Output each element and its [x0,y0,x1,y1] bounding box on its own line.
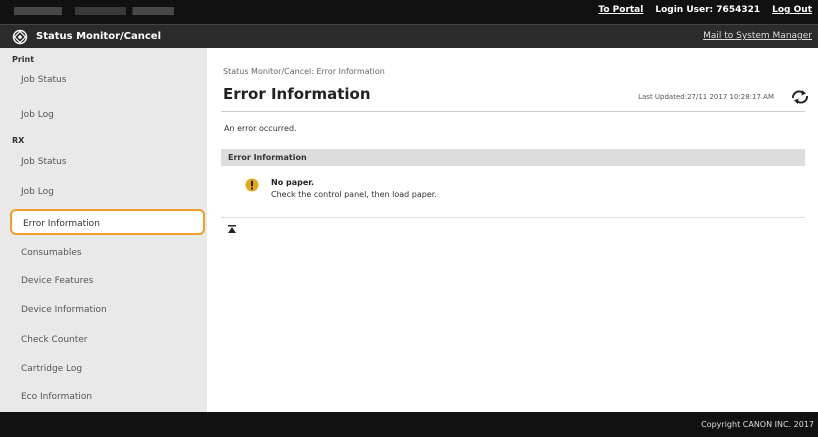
sidebar-item-device-information[interactable]: Device Information [0,297,207,323]
sidebar-item-rx-job-log[interactable]: Job Log [0,179,207,205]
sidebar-item-eco-information[interactable]: Eco Information [0,384,207,410]
error-description: Check the control panel, then load paper… [271,190,437,199]
error-title: No paper. [271,178,315,187]
warning-icon [245,178,259,192]
breadcrumb: Status Monitor/Cancel: Error Information [223,67,385,76]
section-header: Error Information [221,149,805,166]
sidebar-heading-rx: RX [12,136,25,145]
sidebar-heading-print: Print [12,55,35,64]
sidebar-item-consumables[interactable]: Consumables [0,240,207,266]
status-message: An error occurred. [224,124,297,133]
top-nav: To Portal Login User: 7654321 Log Out [598,5,812,15]
footer: Copyright CANON INC. 2017 [0,412,818,437]
copyright-text: Copyright CANON INC. 2017 [701,420,814,429]
sidebar-item-print-job-log[interactable]: Job Log [0,102,207,128]
app-title: Status Monitor/Cancel [36,31,162,42]
scroll-to-top-icon[interactable] [227,224,237,234]
top-bar: To Portal Login User: 7654321 Log Out [0,0,818,24]
sidebar-item-device-features[interactable]: Device Features [0,268,207,294]
logout-link[interactable]: Log Out [772,5,812,15]
blurred-device-name [14,7,174,15]
title-bar: Status Monitor/Cancel Mail to System Man… [0,24,818,48]
title-divider [221,111,805,112]
status-monitor-logo-icon [12,29,28,45]
login-user-value: 7654321 [716,5,761,15]
sidebar: Print Job Status Job Log RX Job Status J… [0,48,207,412]
refresh-icon[interactable] [790,89,810,105]
error-divider [221,217,805,218]
sidebar-item-print-job-status[interactable]: Job Status [0,67,207,93]
to-portal-link[interactable]: To Portal [598,5,643,15]
last-updated-text: Last Updated:27/11 2017 10:28:17 AM [638,93,774,101]
login-user-info: Login User: 7654321 [655,5,760,15]
sidebar-item-error-information[interactable]: Error Information [10,209,205,235]
sidebar-item-rx-job-status[interactable]: Job Status [0,149,207,175]
mail-system-manager-link[interactable]: Mail to System Manager [703,31,812,41]
login-user-label: Login User: [655,5,714,15]
sidebar-item-check-counter[interactable]: Check Counter [0,327,207,353]
page-title: Error Information [223,85,371,103]
sidebar-item-cartridge-log[interactable]: Cartridge Log [0,356,207,382]
main-content: Status Monitor/Cancel: Error Information… [207,48,818,412]
